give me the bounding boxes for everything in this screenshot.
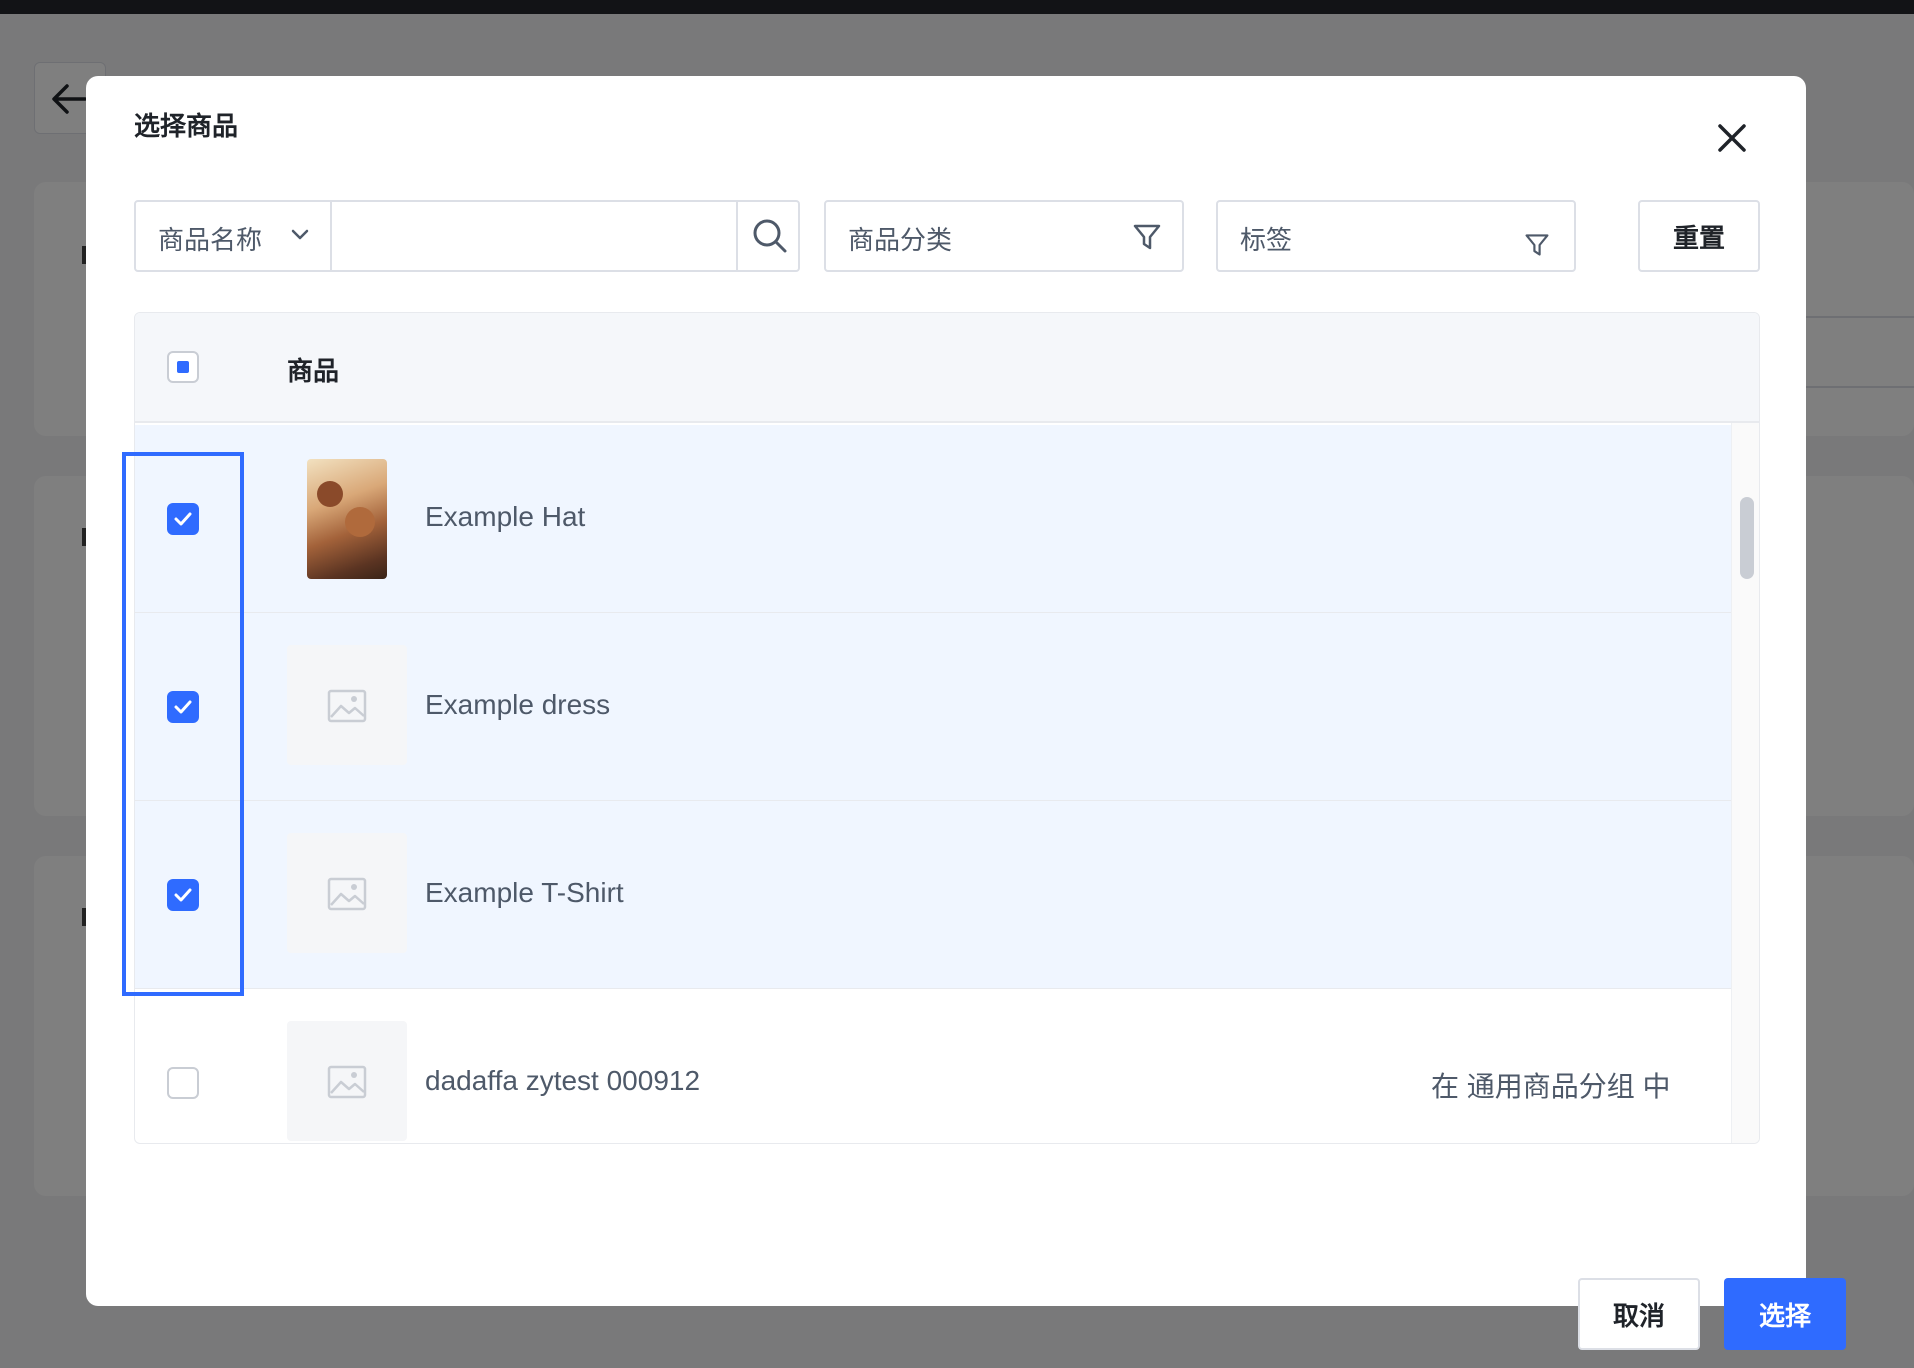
image-placeholder-icon <box>327 1065 367 1099</box>
product-name: dadaffa zytest 000912 <box>425 1065 701 1096</box>
tags-filter-placeholder: 标签 <box>1240 225 1293 255</box>
category-filter-placeholder: 商品分类 <box>848 225 953 255</box>
row-checkbox[interactable] <box>167 503 199 535</box>
product-name: Example dress <box>425 689 611 720</box>
select-product-modal: 选择商品 商品名称 商品分类 标签 重置 商品 Example Hat Exam… <box>86 76 1846 1350</box>
product-table: 商品 Example Hat Example dress Example T-S… <box>134 312 1760 1144</box>
table-row[interactable]: dadaffa zytest 000912 在 通用商品分组 中 <box>135 989 1731 1143</box>
product-thumbnail-placeholder <box>287 833 407 953</box>
product-name: Example Hat <box>425 501 586 532</box>
field-select[interactable]: 商品名称 <box>134 200 332 272</box>
check-icon <box>174 700 192 714</box>
product-thumbnail-placeholder <box>287 1021 407 1141</box>
reset-button[interactable]: 重置 <box>1638 200 1760 272</box>
search-input-wrapper <box>330 200 738 272</box>
modal-title: 选择商品 <box>134 111 239 141</box>
table-row[interactable]: Example dress <box>135 613 1731 801</box>
search-button[interactable] <box>736 200 800 272</box>
search-icon <box>753 219 787 253</box>
product-thumbnail-placeholder <box>287 645 407 765</box>
table-row[interactable]: Example T-Shirt <box>135 801 1731 989</box>
select-all-checkbox[interactable] <box>167 351 199 383</box>
table-header: 商品 <box>135 313 1759 423</box>
product-thumbnail <box>307 459 387 579</box>
chevron-down-icon <box>291 229 309 240</box>
scrollbar-thumb[interactable] <box>1740 497 1754 579</box>
table-row[interactable]: Example Hat <box>135 425 1731 613</box>
field-select-label: 商品名称 <box>158 225 263 255</box>
close-button[interactable] <box>1710 116 1754 160</box>
search-input[interactable] <box>332 202 736 270</box>
cancel-button[interactable]: 取消 <box>1578 1278 1700 1350</box>
image-placeholder-icon <box>327 877 367 911</box>
check-icon <box>174 888 192 902</box>
close-icon <box>1718 124 1746 152</box>
filter-icon <box>1525 234 1549 256</box>
row-checkbox[interactable] <box>167 691 199 723</box>
product-group-note: 在 通用商品分组 中 <box>1431 1071 1671 1102</box>
confirm-select-button[interactable]: 选择 <box>1724 1278 1846 1350</box>
row-checkbox[interactable] <box>167 1067 199 1099</box>
filter-icon <box>1133 224 1161 250</box>
table-header-product: 商品 <box>287 356 340 386</box>
category-filter[interactable]: 商品分类 <box>824 200 1184 272</box>
product-name: Example T-Shirt <box>425 877 624 908</box>
table-scrollbar[interactable] <box>1731 423 1759 1143</box>
row-checkbox[interactable] <box>167 879 199 911</box>
image-placeholder-icon <box>327 689 367 723</box>
tags-filter[interactable]: 标签 <box>1216 200 1576 272</box>
check-icon <box>174 512 192 526</box>
